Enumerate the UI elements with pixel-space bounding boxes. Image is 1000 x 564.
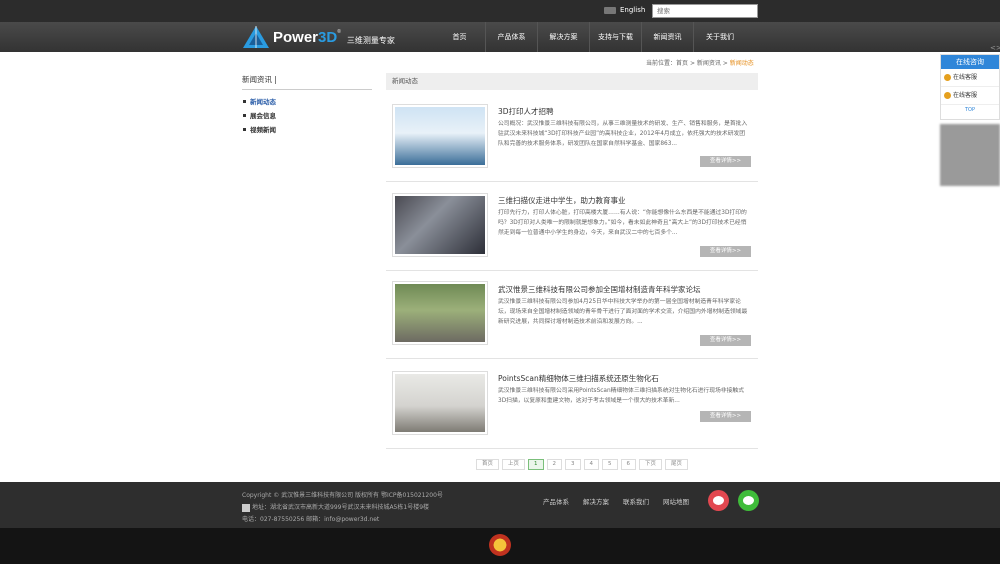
top-bar: English	[0, 0, 1000, 22]
online-service-item[interactable]: 在线客服	[941, 69, 999, 87]
page-last[interactable]: 尾页	[665, 459, 689, 470]
sidebar-menu: 新闻动态 展会信息 视频新闻	[242, 95, 372, 137]
nav-home[interactable]: 首页	[434, 22, 486, 52]
nav-news[interactable]: 新闻资讯	[642, 22, 694, 52]
page-number[interactable]: 2	[546, 459, 563, 470]
online-service-item[interactable]: 在线客服	[941, 87, 999, 105]
news-description: 武汉惟景三维科技有限公司参加4月25日华中科技大学举办的第一届全国增材制造青年科…	[498, 299, 748, 326]
footer-copyright: Copyright © 武汉惟景三维科技有限公司 版权所有 鄂ICP备01502…	[242, 492, 443, 499]
news-title[interactable]: 武汉惟景三维科技有限公司参加全国增材制造青年科学家论坛	[498, 284, 701, 295]
sidebar-title: 新闻资讯 |	[242, 74, 372, 90]
footer-links: 产品体系 解决方案 联系我们 网站地图	[543, 496, 689, 506]
footer-link-products[interactable]: 产品体系	[543, 496, 569, 506]
logo[interactable]: Power3D® 三维测量专家	[243, 26, 395, 48]
qq-icon	[944, 74, 951, 81]
flag-icon	[604, 6, 616, 14]
main-navbar: Power3D® 三维测量专家 首页 产品体系 解决方案 支持与下载 新闻资讯 …	[0, 22, 1000, 52]
pagination: 首页 上页 1 2 3 4 5 6 下页 尾页	[476, 459, 689, 470]
news-item: 三维扫描仪走进中学生，助力教育事业 打印先行力，打印人体心脏，打印高楼大厦……有…	[386, 182, 758, 271]
logo-triangle-icon	[243, 26, 269, 48]
weibo-icon[interactable]	[708, 490, 729, 511]
news-description: 武汉惟景三维科技有限公司采用PointsScan精细物体三维扫描系统对生物化石进…	[498, 388, 744, 405]
nav-solutions[interactable]: 解决方案	[538, 22, 590, 52]
news-title[interactable]: 三维扫描仪走进中学生，助力教育事业	[498, 195, 626, 206]
page-number-current[interactable]: 1	[528, 459, 544, 470]
nav-about[interactable]: 关于我们	[694, 22, 746, 52]
qq-icon	[944, 92, 951, 99]
read-more-button[interactable]: 查看详情>>	[700, 156, 751, 167]
news-description: 公司概况：武汉惟景三维科技有限公司，从事三维测量技术的研发、生产、销售和服务，是…	[498, 121, 748, 148]
sidebar-item-news[interactable]: 新闻动态	[242, 95, 372, 109]
page-number[interactable]: 3	[565, 459, 581, 470]
back-to-top-button[interactable]: TOP	[941, 107, 999, 113]
news-thumbnail[interactable]	[392, 371, 488, 435]
read-more-button[interactable]: 查看详情>>	[700, 246, 751, 257]
online-service-panel: 在线咨询 在线客服 在线客服 TOP	[940, 54, 1000, 120]
page-number[interactable]: 6	[620, 459, 637, 470]
page-prev[interactable]: 上页	[502, 459, 526, 470]
breadcrumb-news[interactable]: 新闻资讯	[697, 60, 721, 67]
primary-nav: 首页 产品体系 解决方案 支持与下载 新闻资讯 关于我们	[434, 22, 746, 52]
wechat-icon[interactable]	[738, 490, 759, 511]
news-thumbnail[interactable]	[392, 193, 488, 257]
logo-tagline: 三维测量专家	[346, 35, 395, 45]
footer-address: 地址：湖北省武汉市高新大道999号武汉未来科技城A5栋1号楼9楼	[252, 504, 430, 511]
footer-link-solutions[interactable]: 解决方案	[583, 496, 609, 506]
side-panel-toggle[interactable]: <>	[990, 44, 1000, 52]
page-next[interactable]: 下页	[639, 459, 663, 470]
logo-wordmark: Power3D®	[273, 28, 341, 46]
footer-address-line: 地址：湖北省武汉市高新大道999号武汉未来科技城A5栋1号楼9楼	[242, 502, 443, 514]
news-item: 武汉惟景三维科技有限公司参加全国增材制造青年科学家论坛 武汉惟景三维科技有限公司…	[386, 271, 758, 359]
news-thumbnail[interactable]	[392, 281, 488, 345]
building-icon	[242, 503, 250, 512]
news-description: 打印先行力，打印人体心脏，打印高楼大厦……有人说：“你能想像什么东西是不能通过3…	[498, 210, 747, 237]
police-badge-icon[interactable]	[489, 534, 511, 556]
page-number[interactable]: 4	[583, 459, 600, 470]
read-more-button[interactable]: 查看详情>>	[700, 335, 751, 346]
footer-contact: 电话：027-87550256 邮箱：info@power3d.net	[242, 516, 380, 523]
nav-support[interactable]: 支持与下载	[590, 22, 642, 52]
page-number[interactable]: 5	[602, 459, 618, 470]
breadcrumb: 当前位置：首页 > 新闻资讯 > 新闻动态	[646, 58, 754, 67]
news-item: 3D打印人才招聘 公司概况：武汉惟景三维科技有限公司，从事三维测量技术的研发、生…	[386, 96, 758, 182]
language-switch[interactable]: English	[604, 6, 645, 14]
search-input[interactable]	[652, 4, 758, 18]
breadcrumb-home[interactable]: 首页	[676, 60, 688, 67]
news-title[interactable]: PointsScan精细物体三维扫描系统还原生物化石	[498, 373, 659, 384]
news-item: PointsScan精细物体三维扫描系统还原生物化石 武汉惟景三维科技有限公司采…	[386, 359, 758, 449]
breadcrumb-separator: >	[688, 60, 697, 67]
left-sidebar: 新闻资讯 | 新闻动态 展会信息 视频新闻	[242, 74, 372, 137]
breadcrumb-current: 新闻动态	[729, 60, 754, 67]
nav-products[interactable]: 产品体系	[486, 22, 538, 52]
news-title[interactable]: 3D打印人才招聘	[498, 106, 554, 117]
breadcrumb-prefix: 当前位置：	[646, 60, 677, 67]
breadcrumb-separator: >	[720, 60, 730, 67]
footer-info: Copyright © 武汉惟景三维科技有限公司 版权所有 鄂ICP备01502…	[242, 490, 443, 526]
read-more-button[interactable]: 查看详情>>	[700, 411, 751, 422]
bottom-bar	[0, 528, 1000, 564]
sidebar-item-videos[interactable]: 视频新闻	[242, 123, 372, 137]
footer-link-sitemap[interactable]: 网站地图	[663, 496, 689, 506]
qr-code-image	[940, 124, 1000, 186]
footer-link-contact[interactable]: 联系我们	[623, 496, 649, 506]
news-thumbnail[interactable]	[392, 104, 488, 168]
sidebar-item-exhibitions[interactable]: 展会信息	[242, 109, 372, 123]
page-first[interactable]: 首页	[476, 459, 500, 470]
section-heading: 新闻动态	[386, 73, 758, 90]
online-service-header: 在线咨询	[941, 55, 999, 69]
footer: Copyright © 武汉惟景三维科技有限公司 版权所有 鄂ICP备01502…	[0, 482, 1000, 528]
language-label[interactable]: English	[620, 6, 645, 14]
